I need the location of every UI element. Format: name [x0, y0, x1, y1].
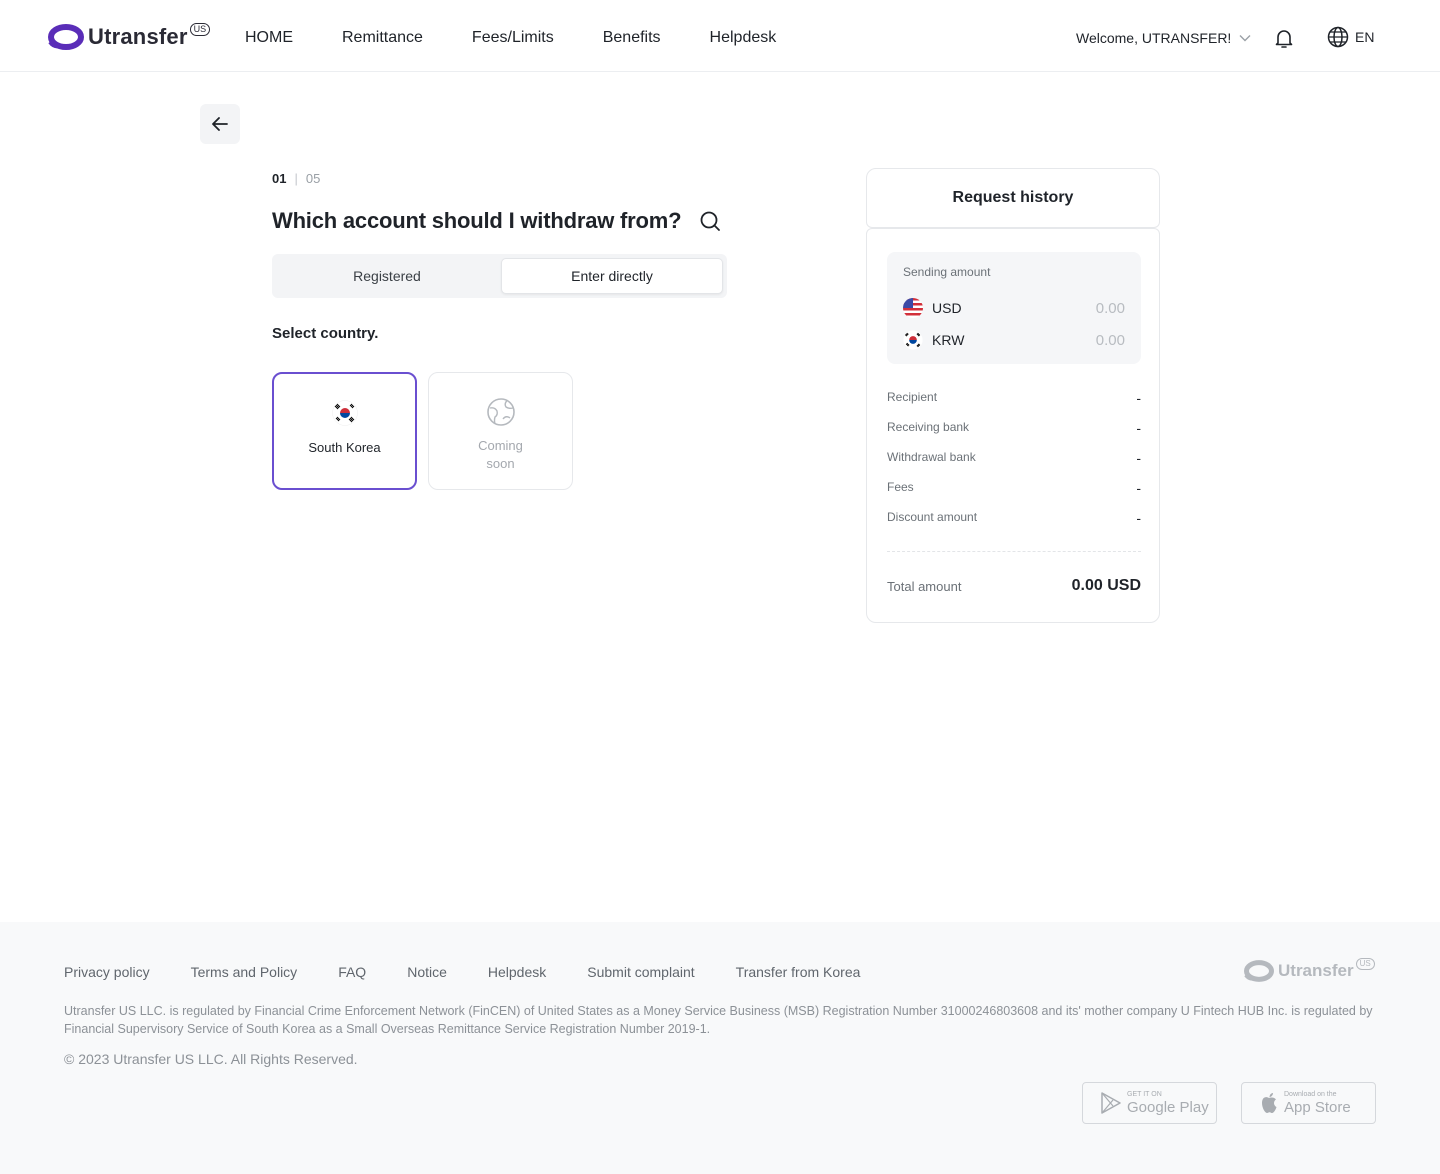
select-country-label: Select country. [272, 325, 379, 342]
nav-remittance[interactable]: Remittance [342, 28, 423, 48]
footer-link-faq[interactable]: FAQ [338, 964, 366, 980]
request-history-header: Request history [866, 168, 1160, 228]
request-history-panel: Sending amount USD 0.00 KRW 0.00 Recipie… [866, 228, 1160, 623]
country-label: Coming soon [478, 438, 523, 471]
info-row-discount-amount: Discount amount - [887, 510, 1141, 526]
account-source-toggle: Registered Enter directly [272, 254, 727, 298]
info-label: Withdrawal bank [887, 450, 976, 464]
step-separator: | [294, 171, 298, 186]
nav-benefits[interactable]: Benefits [603, 28, 661, 48]
info-value: - [1136, 510, 1141, 526]
search-icon[interactable] [698, 209, 722, 238]
utransfer-logo[interactable]: Utransfer US [48, 22, 211, 50]
footer-link-submit-complaint[interactable]: Submit complaint [587, 964, 694, 980]
us-flag-icon [903, 298, 923, 318]
summary-divider [887, 551, 1141, 552]
footer-link-helpdesk[interactable]: Helpdesk [488, 964, 546, 980]
south-korea-flag-icon [331, 400, 358, 426]
top-header: Utransfer US HOME Remittance Fees/Limits… [0, 0, 1440, 72]
info-row-fees: Fees - [887, 480, 1141, 496]
chevron-down-icon [1239, 35, 1251, 42]
footer-link-terms[interactable]: Terms and Policy [191, 964, 298, 980]
sending-amount-box: Sending amount USD 0.00 KRW 0.00 [887, 252, 1141, 364]
app-store-badge[interactable]: Download on the App Store [1241, 1082, 1376, 1124]
info-value: - [1136, 390, 1141, 406]
currency-amount: 0.00 [1095, 331, 1125, 349]
footer-link-transfer-from-korea[interactable]: Transfer from Korea [736, 964, 861, 980]
step-total: 05 [305, 171, 321, 186]
info-value: - [1136, 450, 1141, 466]
info-row-receiving-bank: Receiving bank - [887, 420, 1141, 436]
country-card-south-korea[interactable]: South Korea [272, 372, 417, 490]
currency-row-usd: USD 0.00 [903, 298, 1125, 318]
main-nav: HOME Remittance Fees/Limits Benefits Hel… [245, 28, 825, 48]
arrow-left-icon [212, 117, 228, 131]
currency-row-krw: KRW 0.00 [903, 330, 1125, 350]
info-label: Recipient [887, 390, 938, 404]
logo-wordmark: Utransfer [88, 24, 188, 49]
currency-amount: 0.00 [1095, 299, 1125, 317]
info-label: Discount amount [887, 510, 978, 524]
currency-code: USD [932, 300, 962, 316]
nav-fees-limits[interactable]: Fees/Limits [472, 28, 554, 48]
nav-helpdesk[interactable]: Helpdesk [710, 28, 777, 48]
utransfer-logo-icon [1244, 960, 1274, 982]
copyright-text: © 2023 Utransfer US LLC. All Rights Rese… [64, 1051, 358, 1067]
info-value: - [1136, 480, 1141, 496]
logo-region-badge: US [189, 22, 211, 36]
app-store-small-text: Download on the [1284, 1090, 1337, 1098]
footer-logo-wordmark: Utransfer [1278, 961, 1354, 980]
notification-bell-icon[interactable] [1272, 26, 1296, 55]
tab-enter-directly[interactable]: Enter directly [501, 258, 723, 294]
info-value: - [1136, 420, 1141, 436]
total-amount-label: Total amount [887, 578, 962, 594]
footer-links: Privacy policy Terms and Policy FAQ Noti… [64, 964, 901, 980]
regulatory-disclaimer: Utransfer US LLC. is regulated by Financ… [64, 1004, 1373, 1036]
sending-amount-label: Sending amount [903, 265, 991, 279]
language-selector[interactable]: EN [1327, 26, 1374, 48]
tab-registered[interactable]: Registered [276, 258, 498, 294]
info-label: Fees [887, 480, 914, 494]
globe-icon [1327, 26, 1349, 48]
footer-link-privacy-policy[interactable]: Privacy policy [64, 964, 150, 980]
nav-home[interactable]: HOME [245, 28, 293, 48]
footer-logo: Utransfer US [1244, 958, 1375, 982]
utransfer-logo-icon [48, 24, 84, 50]
welcome-text: Welcome, UTRANSFER! [1076, 30, 1232, 46]
site-footer: Privacy policy Terms and Policy FAQ Noti… [0, 922, 1440, 1174]
google-play-icon [1101, 1092, 1121, 1114]
country-card-coming-soon: Coming soon [428, 372, 573, 490]
page-title: Which account should I withdraw from? [272, 208, 682, 233]
footer-link-notice[interactable]: Notice [407, 964, 447, 980]
info-row-recipient: Recipient - [887, 390, 1141, 406]
total-amount-value: 0.00 USD [1071, 577, 1141, 594]
step-indicator: 01 | 05 [272, 171, 320, 186]
apple-icon [1262, 1093, 1277, 1113]
total-amount-row: Total amount 0.00 USD [887, 577, 1141, 595]
step-current: 01 [272, 171, 287, 186]
language-code: EN [1355, 29, 1375, 45]
info-row-withdrawal-bank: Withdrawal bank - [887, 450, 1141, 466]
user-menu[interactable]: Welcome, UTRANSFER! [1076, 30, 1251, 46]
footer-logo-badge: US [1355, 958, 1375, 970]
country-label: South Korea [308, 440, 381, 455]
google-play-big-text: Google Play [1127, 1098, 1209, 1116]
info-label: Receiving bank [887, 420, 970, 434]
globe-coming-soon-icon [486, 398, 515, 426]
google-play-badge[interactable]: GET IT ON Google Play [1082, 1082, 1217, 1124]
back-button[interactable] [200, 104, 240, 144]
south-korea-flag-icon [903, 330, 923, 350]
app-store-big-text: App Store [1284, 1098, 1351, 1116]
google-play-small-text: GET IT ON [1127, 1090, 1162, 1098]
currency-code: KRW [932, 332, 965, 348]
